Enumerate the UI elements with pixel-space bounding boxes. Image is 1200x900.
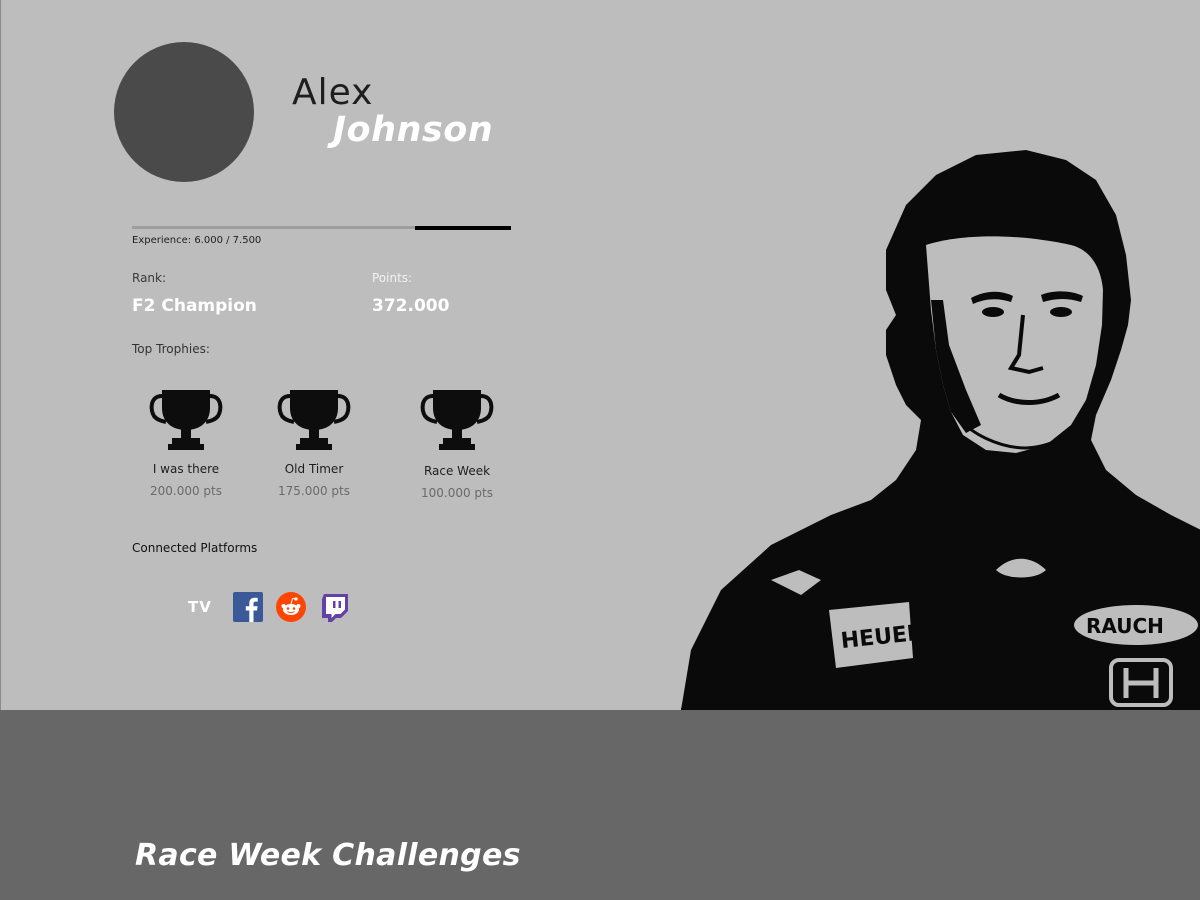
- trophy-icon: [149, 390, 223, 450]
- trophy-card[interactable]: Old Timer 175.000 pts: [259, 388, 369, 498]
- trophy-name: Race Week: [423, 464, 491, 478]
- experience-bar-remaining: [415, 225, 511, 230]
- facebook-icon[interactable]: [233, 592, 263, 622]
- rank-value: F2 Champion: [132, 296, 257, 316]
- trophy-card[interactable]: I was there 200.000 pts: [131, 388, 241, 498]
- first-name: Alex: [292, 72, 374, 113]
- trophy-card[interactable]: Race Week 100.000 pts: [402, 388, 512, 500]
- experience-label: Experience: 6.000 / 7.500: [132, 235, 262, 246]
- trophy-icon: [277, 390, 351, 450]
- trophy-icon: [420, 390, 494, 450]
- sponsor-rauch-text: RAUCH: [1086, 614, 1164, 638]
- last-name: Johnson: [333, 110, 494, 150]
- tv-icon[interactable]: TV: [188, 598, 212, 616]
- profile-panel: Alex Johnson Experience: 6.000 / 7.500 R…: [0, 0, 1200, 710]
- experience-bar-fill: [132, 226, 435, 229]
- experience-bar: [132, 225, 511, 230]
- twitch-icon[interactable]: [320, 592, 350, 622]
- trophy-points: 200.000 pts: [149, 484, 222, 498]
- avatar[interactable]: [114, 42, 254, 182]
- trophy-points: 175.000 pts: [277, 484, 350, 498]
- top-trophies-label: Top Trophies:: [132, 342, 210, 356]
- trophy-name: I was there: [152, 462, 220, 476]
- connected-platforms-label: Connected Platforms: [132, 541, 258, 555]
- trophy-points: 100.000 pts: [420, 486, 493, 500]
- rank-label: Rank:: [132, 271, 167, 285]
- section-title: Race Week Challenges: [135, 838, 521, 873]
- driver-portrait-image: HEUER RAUCH: [681, 150, 1200, 710]
- points-label: Points:: [372, 271, 413, 285]
- trophy-name: Old Timer: [284, 462, 344, 476]
- points-value: 372.000: [372, 296, 450, 316]
- reddit-icon[interactable]: [276, 592, 306, 622]
